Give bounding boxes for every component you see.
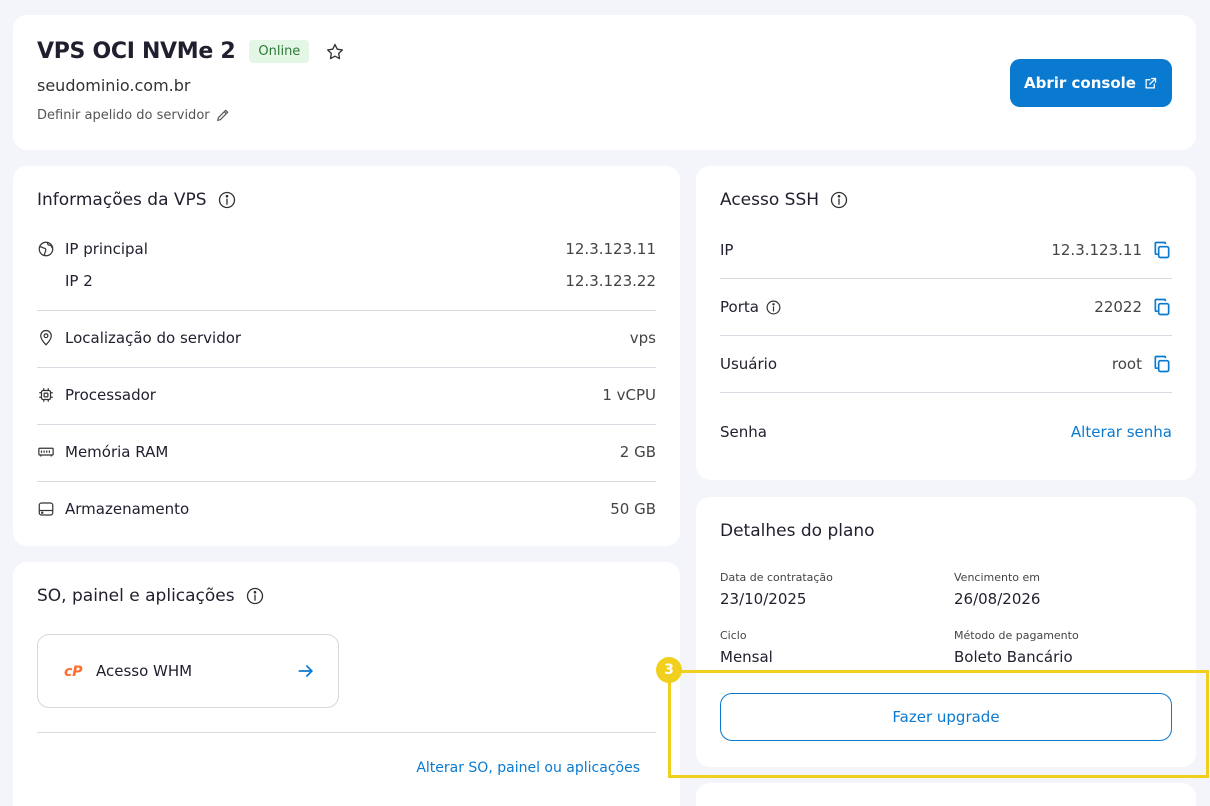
external-link-icon (1143, 76, 1158, 91)
ssh-ip-value: 12.3.123.11 (1051, 241, 1142, 259)
vps-info-card: Informações da VPS IP principal 12.3.123… (13, 166, 680, 546)
cycle-value: Mensal (720, 648, 773, 666)
ip-principal-row: IP principal 12.3.123.11 (37, 240, 656, 258)
ip2-label: IP 2 (65, 272, 93, 290)
ram-label: Memória RAM (65, 443, 169, 461)
ip2-value: 12.3.123.22 (565, 272, 656, 290)
ssh-title: Acesso SSH (720, 190, 820, 210)
pencil-icon (215, 107, 231, 123)
change-os-link[interactable]: Alterar SO, painel ou aplicações (416, 760, 640, 776)
ssh-access-card: Acesso SSH IP 12.3.123.11 Porta 22022 Us… (696, 166, 1196, 480)
os-panel-card: SO, painel e aplicações cP Acesso WHM Al… (13, 562, 680, 806)
os-panel-title: SO, painel e aplicações (37, 586, 235, 606)
vps-info-title-row: Informações da VPS (37, 190, 237, 210)
info-icon[interactable] (765, 299, 782, 316)
os-panel-title-row: SO, painel e aplicações (37, 586, 265, 606)
vps-info-title: Informações da VPS (37, 190, 207, 210)
location-label: Localização do servidor (65, 329, 242, 347)
plan-details-card: Detalhes do plano Data de contratação 23… (696, 497, 1196, 767)
ip-principal-label: IP principal (65, 240, 148, 258)
storage-value: 50 GB (610, 500, 656, 518)
payment-method-value: Boleto Bancário (954, 648, 1073, 666)
globe-icon (37, 240, 55, 258)
contract-date-value: 23/10/2025 (720, 590, 807, 608)
title-row: VPS OCI NVMe 2 Online (37, 39, 345, 64)
set-nickname-link[interactable]: Definir apelido do servidor (37, 107, 231, 123)
cycle-field: Ciclo Mensal (720, 629, 773, 666)
due-date-field: Vencimento em 26/08/2026 (954, 571, 1040, 608)
ssh-user-value: root (1111, 355, 1142, 373)
change-password-link[interactable]: Alterar senha (1071, 423, 1172, 441)
ssh-ip-row: IP 12.3.123.11 (720, 240, 1172, 260)
whm-access-label: Acesso WHM (96, 662, 193, 680)
copy-icon[interactable] (1152, 354, 1172, 374)
cpanel-logo-icon: cP (64, 663, 86, 679)
ip2-row: IP 2 12.3.123.22 (37, 272, 656, 290)
divider (37, 367, 656, 368)
ssh-user-row: Usuário root (720, 354, 1172, 374)
storage-label: Armazenamento (65, 500, 190, 518)
ram-row: Memória RAM 2 GB (37, 443, 656, 461)
ssh-port-row: Porta 22022 (720, 297, 1172, 317)
divider (37, 424, 656, 425)
page-title: VPS OCI NVMe 2 (37, 39, 236, 64)
storage-row: Armazenamento 50 GB (37, 500, 656, 518)
ssh-port-value: 22022 (1094, 298, 1142, 316)
server-header: VPS OCI NVMe 2 Online seudominio.com.br … (13, 15, 1196, 150)
divider (37, 732, 656, 733)
server-domain: seudominio.com.br (37, 76, 191, 95)
ssh-password-label: Senha (720, 423, 767, 441)
divider (720, 335, 1172, 336)
payment-method-field: Método de pagamento Boleto Bancário (954, 629, 1079, 666)
ssh-password-row: Senha Alterar senha (720, 423, 1172, 441)
ssh-user-label: Usuário (720, 355, 778, 373)
cycle-label: Ciclo (720, 629, 747, 642)
cpu-value: 1 vCPU (602, 386, 656, 404)
copy-icon[interactable] (1152, 240, 1172, 260)
ram-value: 2 GB (619, 443, 656, 461)
divider (720, 392, 1172, 393)
upgrade-button[interactable]: Fazer upgrade (720, 693, 1172, 741)
cpu-label: Processador (65, 386, 156, 404)
cpu-icon (37, 386, 55, 404)
hard-drive-icon (37, 500, 55, 518)
divider (37, 310, 656, 311)
divider (720, 278, 1172, 279)
next-card (696, 783, 1196, 806)
svg-text:cP: cP (64, 664, 83, 679)
ssh-port-label: Porta (720, 298, 759, 316)
location-row: Localização do servidor vps (37, 329, 656, 347)
nickname-label: Definir apelido do servidor (37, 107, 210, 123)
whm-access-tile[interactable]: cP Acesso WHM (37, 634, 339, 708)
location-value: vps (629, 329, 656, 347)
due-date-value: 26/08/2026 (954, 590, 1041, 608)
open-console-label: Abrir console (1024, 74, 1136, 92)
arrow-right-icon (296, 661, 316, 681)
info-icon[interactable] (217, 190, 237, 210)
ip-principal-value: 12.3.123.11 (565, 240, 656, 258)
payment-method-label: Método de pagamento (954, 629, 1079, 642)
info-icon[interactable] (245, 586, 265, 606)
location-pin-icon (37, 329, 55, 347)
copy-icon[interactable] (1152, 297, 1172, 317)
divider (37, 481, 656, 482)
step-badge: 3 (656, 657, 682, 683)
status-badge: Online (249, 40, 310, 63)
info-icon[interactable] (829, 190, 849, 210)
plan-title: Detalhes do plano (720, 521, 875, 541)
memory-icon (37, 443, 55, 461)
ssh-ip-label: IP (720, 241, 734, 259)
contract-date-field: Data de contratação 23/10/2025 (720, 571, 833, 608)
star-icon[interactable] (325, 42, 345, 62)
open-console-button[interactable]: Abrir console (1010, 59, 1172, 107)
ssh-title-row: Acesso SSH (720, 190, 849, 210)
due-date-label: Vencimento em (954, 571, 1040, 584)
cpu-row: Processador 1 vCPU (37, 386, 656, 404)
contract-date-label: Data de contratação (720, 571, 833, 584)
